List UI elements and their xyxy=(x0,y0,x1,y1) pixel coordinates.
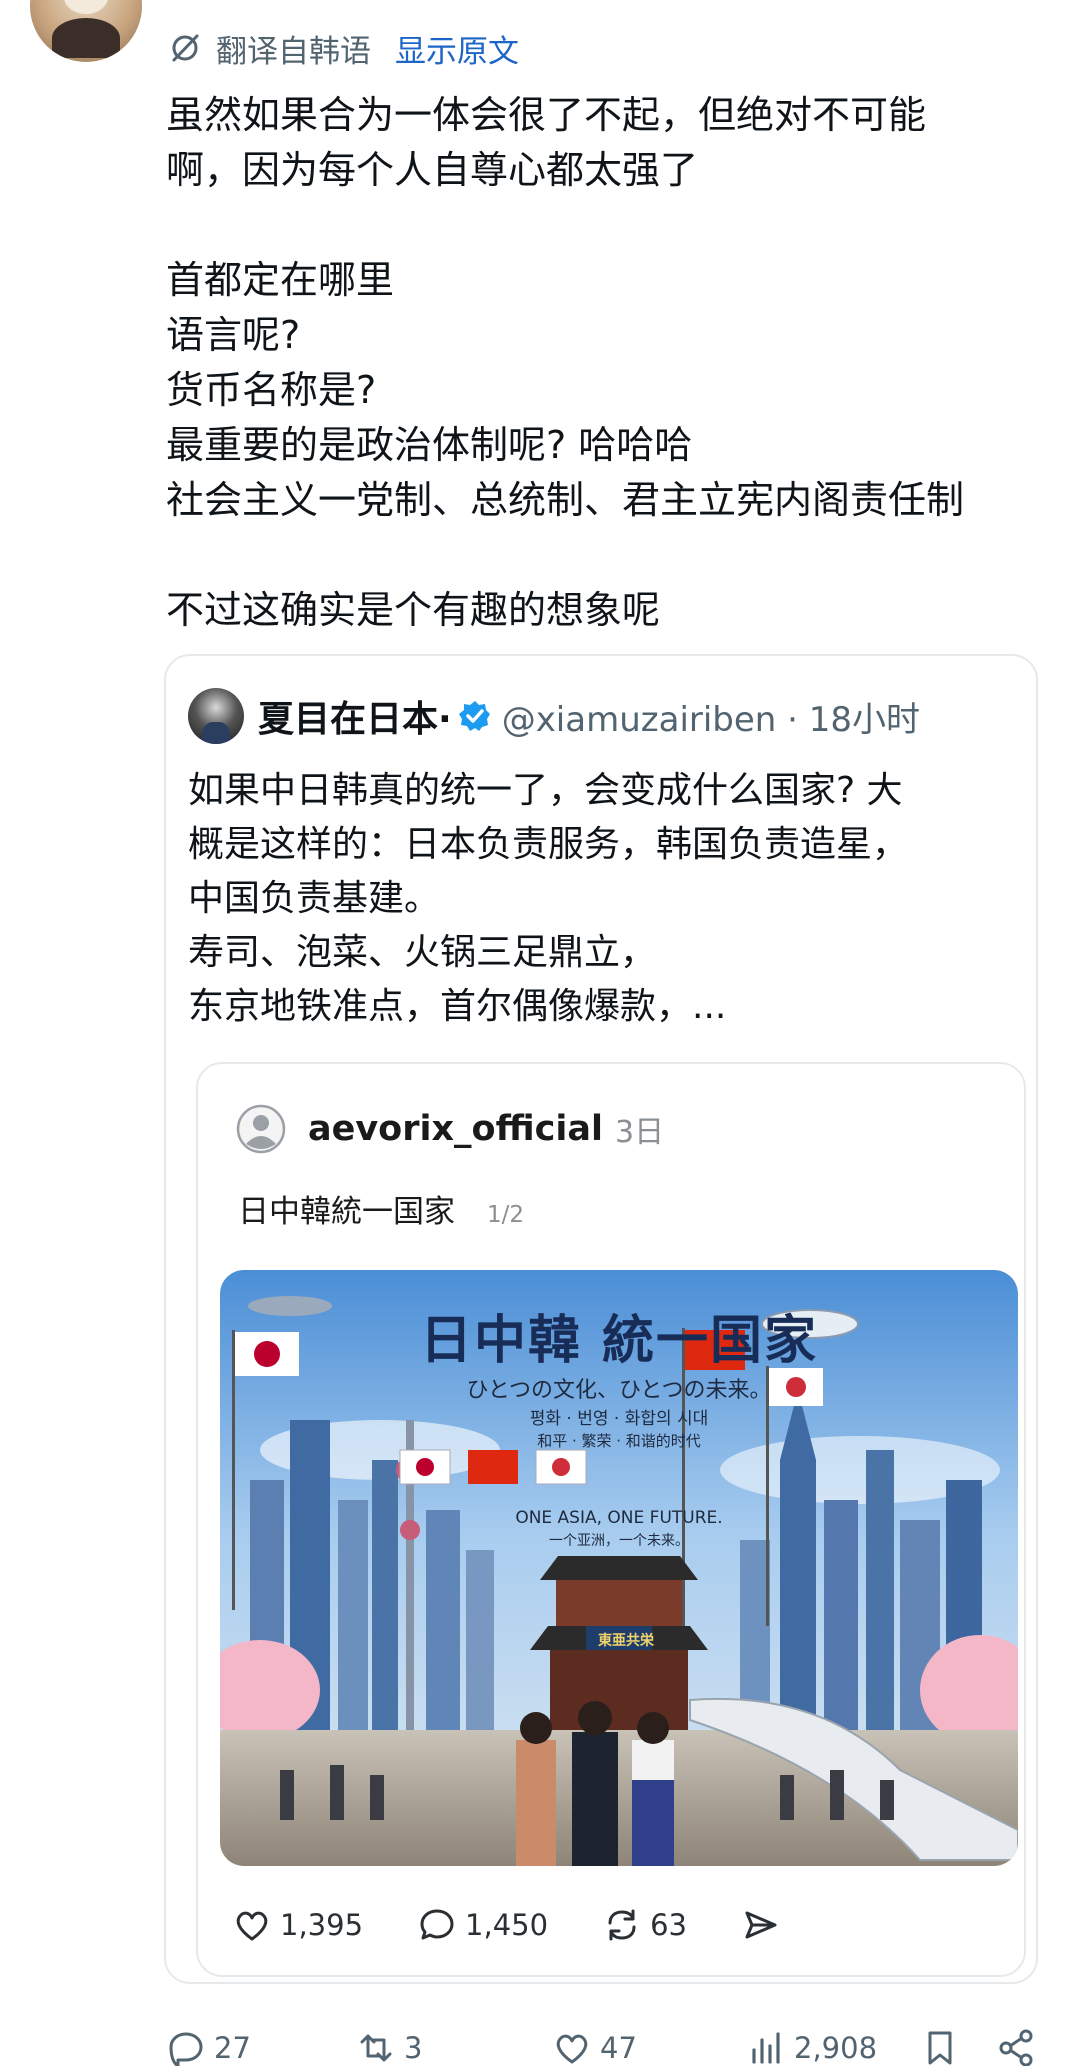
verified-badge-icon xyxy=(458,701,490,731)
like-heart-icon xyxy=(556,2034,588,2064)
post-line: 货币名称是? xyxy=(166,368,377,412)
share-button[interactable] xyxy=(996,2028,1044,2066)
translate-icon xyxy=(172,34,199,62)
translation-bar: 翻译自韩语 显示原文 xyxy=(168,26,519,71)
illustration-subtitle-zh: 和平 · 繁荣 · 和谐的时代 xyxy=(537,1432,701,1450)
post-line: 首都定在哪里 xyxy=(166,258,395,302)
inner-post-title: 日中韓統一国家 xyxy=(238,1194,455,1230)
inner-repost-action: 63 xyxy=(602,1905,687,1945)
retweet-icon xyxy=(360,2034,392,2062)
like-count: 47 xyxy=(600,2031,637,2065)
quoted-post-card[interactable]: 夏目在日本· @xiamuzairiben · 18小时 如果中日韩真的统一了，… xyxy=(164,654,1038,1984)
post-line: 语言呢? xyxy=(166,313,301,357)
quoted-line: 中国负责基建。 xyxy=(188,878,441,919)
share-icon xyxy=(999,2029,1033,2066)
show-original-link[interactable]: 显示原文 xyxy=(395,26,519,71)
like-button[interactable]: 47 xyxy=(552,2028,637,2066)
inner-post-header: aevorix_official 3日 xyxy=(236,1104,664,1154)
quoted-line: 概是这样的：日本负责服务，韩国负责造星， xyxy=(188,824,909,865)
post-line-gap xyxy=(166,198,1046,253)
inner-like-count: 1,395 xyxy=(280,1908,364,1942)
retweet-count: 3 xyxy=(404,2031,423,2065)
bookmark-button[interactable] xyxy=(920,2028,968,2066)
default-avatar-icon xyxy=(236,1104,286,1154)
inner-screenshot-card: aevorix_official 3日 日中韓統一国家 1/2 日中韓 統一国家… xyxy=(196,1062,1026,1977)
quoted-post-text: 如果中日韩真的统一了，会变成什么国家? 大 概是这样的：日本负责服务，韩国负责造… xyxy=(188,764,1018,1034)
repost-icon xyxy=(608,1909,636,1941)
bookmark-icon xyxy=(928,2031,952,2065)
quoted-line: 如果中日韩真的统一了，会变成什么国家? 大 xyxy=(188,770,903,811)
illustration-image: 日中韓 統一国家 ひとつの文化、ひとつの未来。 평화 · 번영 · 화합의 시대… xyxy=(220,1270,1018,1866)
retweet-button[interactable]: 3 xyxy=(356,2028,422,2066)
illustration-slogan-zh: 一个亚洲，一个未来。 xyxy=(549,1533,689,1549)
inner-timestamp: 3日 xyxy=(615,1115,665,1150)
illustration-subtitle-ko: 평화 · 번영 · 화합의 시대 xyxy=(529,1409,709,1429)
inner-repost-count: 63 xyxy=(650,1908,687,1942)
inner-username: aevorix_official xyxy=(308,1109,603,1149)
inner-like-action: 1,395 xyxy=(232,1905,363,1945)
quoted-author-name[interactable]: 夏目在日本· xyxy=(258,690,452,742)
inner-reply-count: 1,450 xyxy=(465,1908,549,1942)
quoted-author-avatar[interactable] xyxy=(188,688,244,744)
views-bar-chart-icon xyxy=(752,2032,780,2064)
avatar-collar xyxy=(52,18,120,58)
quoted-line: 东京地铁准点，首尔偶像爆款，... xyxy=(188,986,727,1027)
inner-action-bar: 1,395 1,450 63 xyxy=(232,1900,843,1950)
reply-count: 27 xyxy=(214,2031,251,2065)
illustration-subtitle-ja: ひとつの文化、ひとつの未来。 xyxy=(466,1378,772,1403)
send-icon xyxy=(745,1911,777,1939)
post-line: 啊，因为每个人自尊心都太强了 xyxy=(166,148,699,192)
post-line: 社会主义一党制、总统制、君主立宪内阁责任制 xyxy=(166,478,965,522)
heart-icon xyxy=(236,1911,268,1941)
inner-title-row: 日中韓統一国家 1/2 xyxy=(238,1186,524,1231)
comment-icon xyxy=(420,1909,454,1940)
illustration-slogan-en: ONE ASIA, ONE FUTURE. xyxy=(515,1508,723,1528)
inner-share-action xyxy=(741,1905,789,1945)
translation-label: 翻译自韩语 xyxy=(216,33,371,70)
page-indicator: 1/2 xyxy=(487,1202,525,1228)
avatar-face xyxy=(64,0,108,14)
illustration-title: 日中韓 統一国家 xyxy=(419,1311,819,1371)
reply-icon xyxy=(169,2032,203,2066)
post-line: 虽然如果合为一体会很了不起，但绝对不可能 xyxy=(166,93,927,137)
author-avatar[interactable] xyxy=(30,0,142,62)
post-line-gap xyxy=(166,528,1046,583)
views-button[interactable]: 2,908 xyxy=(746,2028,877,2066)
engagement-bar: 27 3 47 2,908 xyxy=(0,2028,1072,2066)
reply-button[interactable]: 27 xyxy=(166,2028,251,2066)
quoted-post-header: 夏目在日本· @xiamuzairiben · 18小时 xyxy=(188,688,920,744)
quoted-author-handle[interactable]: @xiamuzairiben · 18小时 xyxy=(502,692,920,741)
inner-reply-action: 1,450 xyxy=(417,1905,548,1945)
views-count: 2,908 xyxy=(794,2031,878,2065)
post-text: 虽然如果合为一体会很了不起，但绝对不可能 啊，因为每个人自尊心都太强了 首都定在… xyxy=(166,88,1046,638)
post-line: 最重要的是政治体制呢? 哈哈哈 xyxy=(166,423,693,467)
quoted-line: 寿司、泡菜、火锅三足鼎立， xyxy=(188,932,657,973)
post-line: 不过这确实是个有趣的想象呢 xyxy=(166,588,661,632)
gate-sign: 東亜共栄 xyxy=(598,1633,654,1649)
